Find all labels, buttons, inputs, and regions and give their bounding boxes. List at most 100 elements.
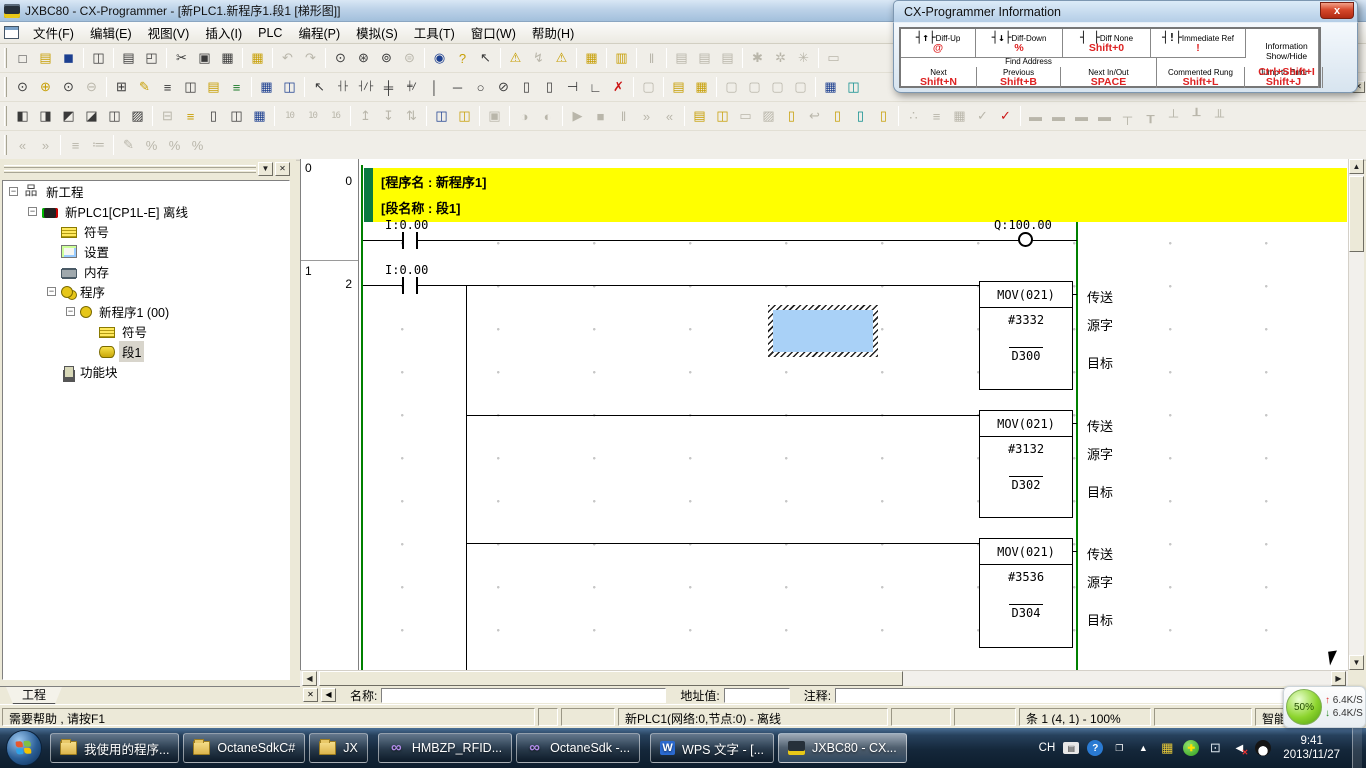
force-cancel-button[interactable]: ↩ — [803, 105, 826, 127]
scroll-up-button[interactable]: ▲ — [1349, 159, 1364, 174]
indent-increase-button[interactable]: » — [34, 134, 57, 156]
taskbar-button-6[interactable]: WWPS 文字 - [... — [650, 733, 774, 763]
online-edit-button[interactable]: ↯ — [527, 47, 550, 69]
open-button[interactable]: ▤ — [34, 47, 57, 69]
check-ok-button[interactable]: ✓ — [971, 105, 994, 127]
mode-program-button[interactable]: ◑ — [513, 105, 536, 127]
plc-setup-button[interactable]: ◫ — [711, 105, 734, 127]
find-button[interactable]: ⊙ — [329, 47, 352, 69]
io-table-button[interactable]: ▭ — [822, 47, 845, 69]
cursor-cell[interactable] — [768, 305, 878, 357]
sim-run-button[interactable]: ▶ — [566, 105, 589, 127]
net-speed-widget[interactable]: 50% ↑ 6.4K/S ↓ 6.4K/S — [1283, 686, 1366, 728]
mov-block-1[interactable]: MOV(021)#3332D300 — [979, 281, 1073, 390]
toolbar-grip[interactable] — [4, 77, 7, 97]
window-new-button[interactable]: ◧ — [11, 105, 34, 127]
menu-2[interactable]: 编辑(E) — [82, 20, 140, 45]
sim-step-button[interactable]: » — [635, 105, 658, 127]
compare-button[interactable]: ⇅ — [400, 105, 423, 127]
horizontal-scrollbar[interactable]: ◀ ▶ — [300, 670, 1348, 686]
dest-operand[interactable]: D300 — [980, 349, 1072, 363]
connect-line-button[interactable]: ∟ — [584, 76, 607, 98]
child-window-icon[interactable] — [4, 26, 19, 39]
horizontal-scroll-thumb[interactable] — [319, 671, 903, 686]
print-preview-button[interactable]: ◰ — [140, 47, 163, 69]
check-error-button[interactable]: ✓ — [994, 105, 1017, 127]
tree-node-program[interactable]: −程序 — [3, 281, 289, 301]
mon-8-button[interactable]: ┸ — [1185, 105, 1208, 127]
step-view-button[interactable]: ✳ — [792, 47, 815, 69]
tree-node-settings[interactable]: 设置 — [3, 241, 289, 261]
mon-7-button[interactable]: ┴ — [1162, 105, 1185, 127]
taskbar-button-2[interactable]: OctaneSdkC# — [183, 733, 305, 763]
tab-project[interactable]: 工程 — [6, 687, 62, 704]
watch-hh-button[interactable]: ◫ — [842, 76, 865, 98]
grid-color-button[interactable]: ▦ — [819, 76, 842, 98]
memory-cast-button[interactable]: ▨ — [757, 105, 780, 127]
zoom-fit-button[interactable]: ⊙ — [57, 76, 80, 98]
scroll-down-button[interactable]: ▼ — [1349, 655, 1364, 670]
taskbar-button-5[interactable]: ∞OctaneSdk -... — [516, 733, 640, 763]
new-contact-button[interactable]: ┤├ — [331, 76, 354, 98]
compile-button[interactable]: ⚠ — [504, 47, 527, 69]
show-hidden-icons-arrow[interactable]: ▲ — [1135, 740, 1151, 756]
mon-3-button[interactable]: ▬ — [1070, 105, 1093, 127]
vertical-scrollbar[interactable]: ▲ ▼ — [1348, 159, 1364, 670]
zoom-out-button[interactable]: ⊖ — [80, 76, 103, 98]
sma-table-button[interactable]: ▦ — [255, 76, 278, 98]
zoom-button[interactable]: ⊙ — [11, 76, 34, 98]
expand-box[interactable]: − — [66, 307, 75, 316]
ci-window-button[interactable]: ◫ — [278, 76, 301, 98]
scroll-left-button[interactable]: ◀ — [302, 671, 317, 686]
mon-2-button[interactable]: ▬ — [1047, 105, 1070, 127]
radix-10-button[interactable]: 10 — [278, 105, 301, 127]
new-coil-button[interactable]: ○ — [469, 76, 492, 98]
rung1-contact[interactable] — [402, 277, 418, 294]
work-online-button[interactable]: ◫ — [430, 105, 453, 127]
edit-b-button[interactable]: ▢ — [743, 76, 766, 98]
vertical-line-button[interactable]: │ — [423, 76, 446, 98]
edit-d-button[interactable]: ▢ — [789, 76, 812, 98]
sim-pause-button[interactable]: ‖ — [612, 105, 635, 127]
window-tile-v-button[interactable]: ◪ — [80, 105, 103, 127]
io-comment-button[interactable]: ◫ — [179, 76, 202, 98]
select-tool-button[interactable]: ↖ — [308, 76, 331, 98]
transfer-options-button[interactable]: ▣ — [483, 105, 506, 127]
scroll-right-button[interactable]: ▶ — [1331, 671, 1346, 686]
workspace-header[interactable]: ▼ ✕ — [2, 162, 290, 177]
step-run-button[interactable]: ✱ — [746, 47, 769, 69]
context-help-button[interactable]: ↖ — [474, 47, 497, 69]
program-check-button[interactable]: ▤ — [670, 47, 693, 69]
io-multiview-button[interactable]: ▦ — [248, 105, 271, 127]
information-showhide-cell[interactable]: Information Show/Hide Ctrl+Shift+I — [1255, 29, 1319, 88]
find-error-button[interactable]: ⚠ — [550, 47, 573, 69]
clock-setup-button[interactable]: ▤ — [688, 105, 711, 127]
rung-comment-button[interactable]: ✎ — [133, 76, 156, 98]
transfer-warning-button[interactable]: ▦ — [580, 47, 603, 69]
menu-5[interactable]: PLC — [250, 23, 290, 43]
output-window-button[interactable]: ◫ — [225, 105, 248, 127]
grid-toggle-button[interactable]: ⊞ — [110, 76, 133, 98]
toolbar-grip[interactable] — [4, 48, 7, 68]
menu-1[interactable]: 文件(F) — [25, 20, 82, 45]
antivirus-tray-icon[interactable]: ✚ — [1183, 740, 1199, 756]
window-arrange-button[interactable]: ◫ — [103, 105, 126, 127]
work-online-sim-button[interactable]: ◫ — [453, 105, 476, 127]
network-tray-icon[interactable]: ⊡ — [1207, 740, 1223, 756]
new-instruction-set-button[interactable]: ▯ — [538, 76, 561, 98]
toolbar-grip[interactable] — [4, 106, 7, 126]
radix-16-button[interactable]: 16 — [324, 105, 347, 127]
keyboard-icon[interactable]: ▤ — [1063, 742, 1079, 754]
paste-button[interactable]: ▦ — [216, 47, 239, 69]
ladder-editor[interactable]: 0 0 1 2 [程序名 : 新程序1] [段名称 : 段1] I:0.00 Q… — [300, 159, 1348, 670]
mon-9-button[interactable]: ╨ — [1208, 105, 1231, 127]
tree-node-program1[interactable]: −新程序1 (00) — [3, 301, 289, 321]
cut-button[interactable]: ✂ — [170, 47, 193, 69]
tree-node-memory[interactable]: 内存 — [3, 261, 289, 281]
percent-1-button[interactable]: % — [140, 134, 163, 156]
diff-table-button[interactable]: ▦ — [948, 105, 971, 127]
symbol-edit-button[interactable]: ▦ — [690, 76, 713, 98]
diff-words-button[interactable]: ≡ — [925, 105, 948, 127]
rung-list-button[interactable]: ≡ — [156, 76, 179, 98]
tree-node-symbols[interactable]: 符号 — [3, 221, 289, 241]
